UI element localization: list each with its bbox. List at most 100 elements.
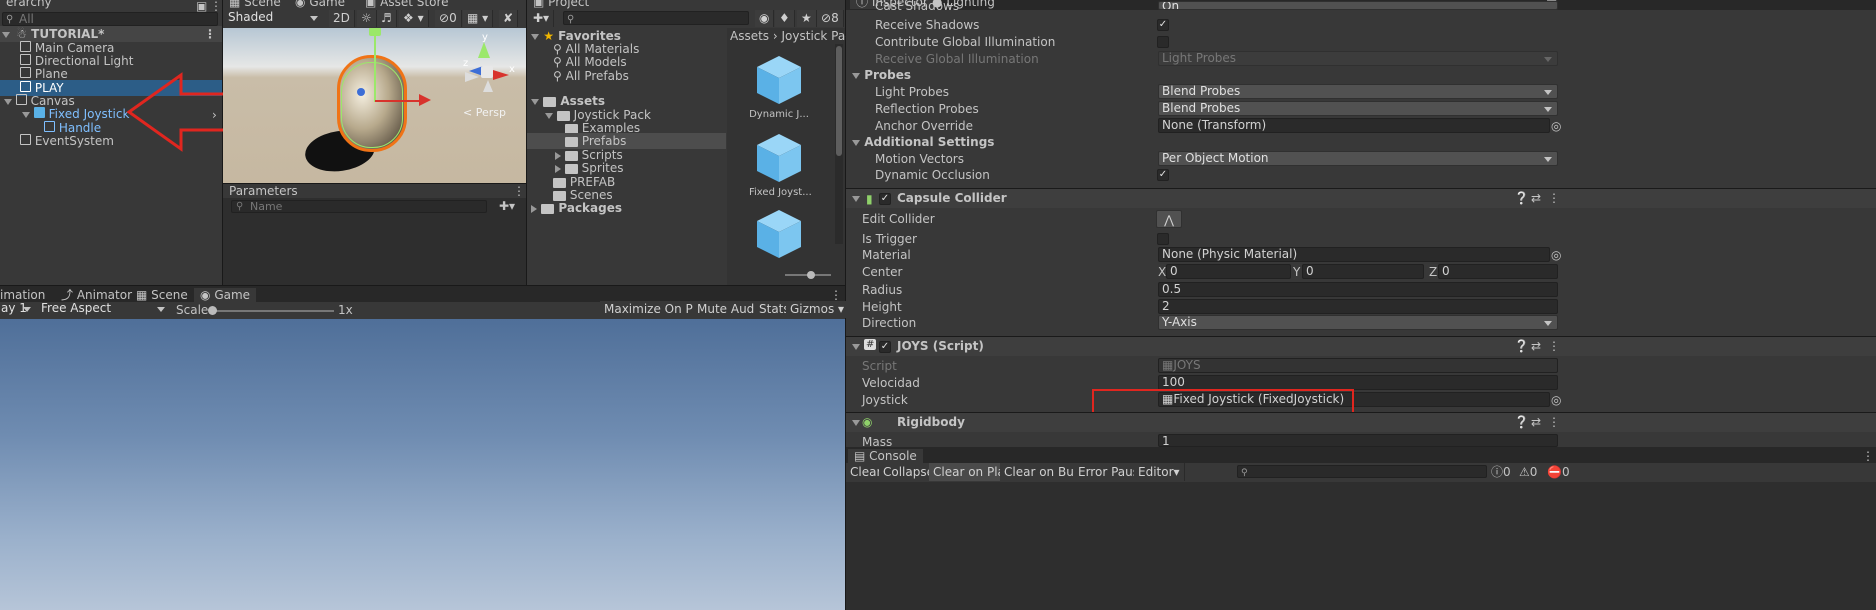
gizmo-center[interactable]: [481, 66, 493, 78]
direction-dropdown[interactable]: Y-Axis: [1158, 315, 1558, 330]
console-log-count[interactable]: ⓘ0: [1491, 464, 1511, 480]
console-error-count[interactable]: ⛔0: [1547, 464, 1570, 480]
gizmo-x-cone[interactable]: [493, 70, 509, 80]
hierarchy-search-input[interactable]: ⚲ All: [2, 12, 218, 26]
tab-game-bottom[interactable]: ◉ Game: [194, 288, 257, 302]
orientation-gizmo[interactable]: y z x: [463, 32, 521, 94]
breadcrumb-assets[interactable]: Assets: [730, 29, 769, 43]
expand-arrow-icon[interactable]: [22, 111, 30, 118]
scale-slider[interactable]: [208, 306, 334, 315]
expand-arrow-icon[interactable]: [531, 98, 539, 105]
asset-item-third[interactable]: [749, 208, 809, 260]
gizmo-neg-y-cone[interactable]: [483, 80, 493, 92]
tab-project[interactable]: ▣ Project: [527, 0, 596, 9]
shading-mode-dropdown[interactable]: Shaded: [225, 11, 323, 26]
tab-animation[interactable]: imation: [0, 288, 51, 302]
tab-asset-store[interactable]: ▣ Asset Store: [359, 0, 455, 9]
expand-arrow-icon[interactable]: [852, 139, 860, 146]
component-menu-icon[interactable]: ⋮: [1548, 191, 1560, 205]
expand-arrow-icon[interactable]: [4, 98, 12, 105]
expand-arrow-icon[interactable]: [852, 196, 860, 202]
capsule-collider-enabled-checkbox[interactable]: ✓: [879, 193, 891, 205]
tools-icon[interactable]: ✘: [499, 10, 519, 27]
collapse-arrow-icon[interactable]: [555, 164, 561, 173]
hidden-objects-button[interactable]: ⊘0: [435, 10, 462, 27]
packages-folder[interactable]: Packages: [531, 200, 622, 216]
console-editor-dropdown[interactable]: Editor▾: [1134, 463, 1185, 481]
material-field[interactable]: None (Physic Material): [1158, 247, 1550, 262]
parameters-menu-icon[interactable]: ⋮: [513, 185, 525, 197]
object-picker-icon[interactable]: ◎: [1551, 120, 1561, 132]
center-z-field[interactable]: 0: [1438, 264, 1558, 279]
center-x-field[interactable]: 0: [1166, 264, 1291, 279]
tab-parameters[interactable]: Parameters: [223, 184, 304, 198]
center-z-label[interactable]: Z: [1429, 264, 1437, 280]
scene-menu-icon[interactable]: ⋮: [204, 26, 216, 42]
move-gizmo-y[interactable]: [374, 32, 376, 102]
joys-enabled-checkbox[interactable]: ✓: [879, 341, 891, 353]
joys-script-header[interactable]: # ✓ JOYS (Script) ❔ ⇄ ⋮: [846, 336, 1876, 356]
asset-item-dynamic-joystick[interactable]: Dynamic J...: [749, 54, 809, 124]
move-gizmo-y-head[interactable]: [369, 28, 381, 36]
console-menu-icon[interactable]: ⋮: [1862, 450, 1874, 462]
tab-scene[interactable]: ▦ Scene: [223, 0, 287, 9]
lighting-toggle-icon[interactable]: ☼: [357, 10, 377, 27]
console-warning-count[interactable]: ⚠0: [1519, 464, 1537, 480]
cast-shadows-dropdown[interactable]: On: [1158, 1, 1558, 10]
add-parameter-button[interactable]: ✚▾: [499, 200, 515, 212]
tab-console[interactable]: ▤ Console: [848, 449, 923, 463]
presets-icon[interactable]: ⇄: [1531, 191, 1541, 205]
presets-icon[interactable]: ⇄: [1531, 339, 1541, 353]
radius-field[interactable]: 0.5: [1158, 282, 1558, 297]
tab-scene-bottom[interactable]: ▦ Scene: [130, 288, 194, 302]
effects-toggle-icon[interactable]: ❖ ▾: [399, 10, 429, 27]
game-menu-icon[interactable]: ⋮: [830, 289, 842, 301]
expand-arrow-icon[interactable]: [852, 344, 860, 350]
move-gizmo-x-head[interactable]: [419, 94, 431, 106]
audio-toggle-icon[interactable]: ♬: [377, 10, 397, 27]
display-dropdown[interactable]: ay 1: [0, 302, 36, 317]
capsule-collider-header[interactable]: ▮ ✓ Capsule Collider ❔ ⇄ ⋮: [846, 188, 1876, 208]
asset-item-fixed-joystick[interactable]: Fixed Joyst...: [749, 132, 812, 202]
center-y-field[interactable]: 0: [1302, 264, 1424, 279]
hierarchy-item-eventsystem[interactable]: EventSystem: [20, 133, 114, 149]
light-probes-dropdown[interactable]: Blend Probes: [1158, 84, 1558, 99]
toggle-2d-button[interactable]: 2D: [329, 10, 355, 27]
velocidad-field[interactable]: 100: [1158, 375, 1558, 390]
help-icon[interactable]: ❔: [1514, 415, 1529, 429]
help-icon[interactable]: ❔: [1514, 339, 1529, 353]
filter-by-type-icon[interactable]: ◉: [755, 10, 775, 27]
aspect-dropdown[interactable]: Free Aspect: [38, 302, 170, 317]
console-search-input[interactable]: ⚲: [1237, 465, 1487, 478]
expand-arrow-icon[interactable]: [545, 112, 553, 119]
receive-shadows-checkbox[interactable]: ✓: [1157, 19, 1169, 31]
icon-size-slider[interactable]: [785, 271, 831, 279]
tab-animator[interactable]: ⤴ Animator: [55, 288, 138, 302]
project-search-input[interactable]: ⚲: [563, 11, 749, 25]
motion-vectors-dropdown[interactable]: Per Object Motion: [1158, 151, 1558, 166]
contribute-gi-checkbox[interactable]: [1157, 36, 1169, 48]
object-picker-icon[interactable]: ◎: [1551, 249, 1561, 261]
expand-arrow-icon[interactable]: [2, 31, 10, 38]
favorite-all-prefabs[interactable]: ⚲ All Prefabs: [553, 68, 629, 84]
collapse-arrow-icon[interactable]: [531, 204, 537, 213]
expand-arrow-icon[interactable]: [531, 33, 539, 40]
favorite-star-icon[interactable]: ★: [797, 10, 817, 27]
height-field[interactable]: 2: [1158, 299, 1558, 314]
gizmos-button[interactable]: Gizmos ▾: [786, 301, 850, 318]
move-gizmo-z[interactable]: [357, 88, 365, 96]
gizmo-y-cone[interactable]: [478, 42, 490, 58]
mass-field[interactable]: 1: [1158, 434, 1558, 447]
game-viewport[interactable]: [0, 319, 845, 610]
collapse-arrow-icon[interactable]: [555, 151, 561, 160]
is-trigger-checkbox[interactable]: [1157, 233, 1169, 245]
hierarchy-lock-icon[interactable]: ▣: [196, 0, 207, 12]
reflection-probes-dropdown[interactable]: Blend Probes: [1158, 101, 1558, 116]
projection-label[interactable]: < Persp: [463, 106, 506, 119]
parameters-search-input[interactable]: ⚲ Name: [231, 200, 487, 213]
probes-foldout[interactable]: Probes: [852, 67, 911, 83]
additional-settings-foldout[interactable]: Additional Settings: [852, 134, 994, 150]
hidden-packages-button[interactable]: ⊘8: [817, 10, 844, 27]
rigidbody-header[interactable]: ◉ Rigidbody ❔ ⇄ ⋮: [846, 412, 1876, 432]
grid-toggle-icon[interactable]: ▦ ▾: [463, 10, 494, 27]
